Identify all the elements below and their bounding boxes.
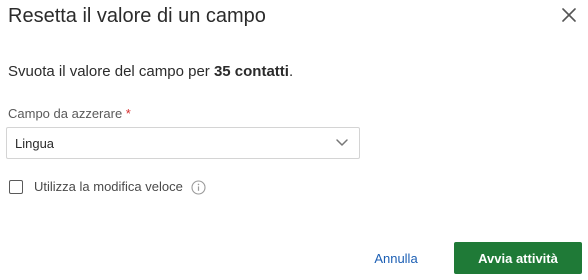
dialog-title: Resetta il valore di un campo (8, 5, 266, 27)
description-suffix: . (288, 63, 294, 80)
close-icon (562, 8, 576, 22)
close-button[interactable] (556, 4, 582, 26)
field-label-text: Campo da azzerare (8, 106, 123, 121)
dialog-description: Svuota il valore del campo per 35 contat… (8, 62, 293, 82)
field-label: Campo da azzerare * (8, 105, 131, 123)
cancel-button[interactable]: Annulla (366, 242, 426, 274)
quick-edit-label[interactable]: Utilizza la modifica veloce (34, 178, 183, 196)
contact-count: 35 contatti (213, 63, 289, 80)
required-marker: * (125, 106, 131, 121)
field-select[interactable]: Lingua (6, 127, 360, 159)
field-select-value: Lingua (15, 136, 55, 151)
quick-edit-checkbox[interactable] (9, 180, 23, 194)
start-activity-button[interactable]: Avvia attività (454, 242, 582, 274)
info-icon[interactable] (191, 179, 206, 195)
reset-field-dialog: Resetta il valore di un campo Svuota il … (0, 0, 588, 280)
chevron-down-icon (336, 139, 348, 146)
description-prefix: Svuota il valore del campo per (8, 63, 214, 80)
quick-edit-row: Utilizza la modifica veloce (9, 178, 206, 196)
